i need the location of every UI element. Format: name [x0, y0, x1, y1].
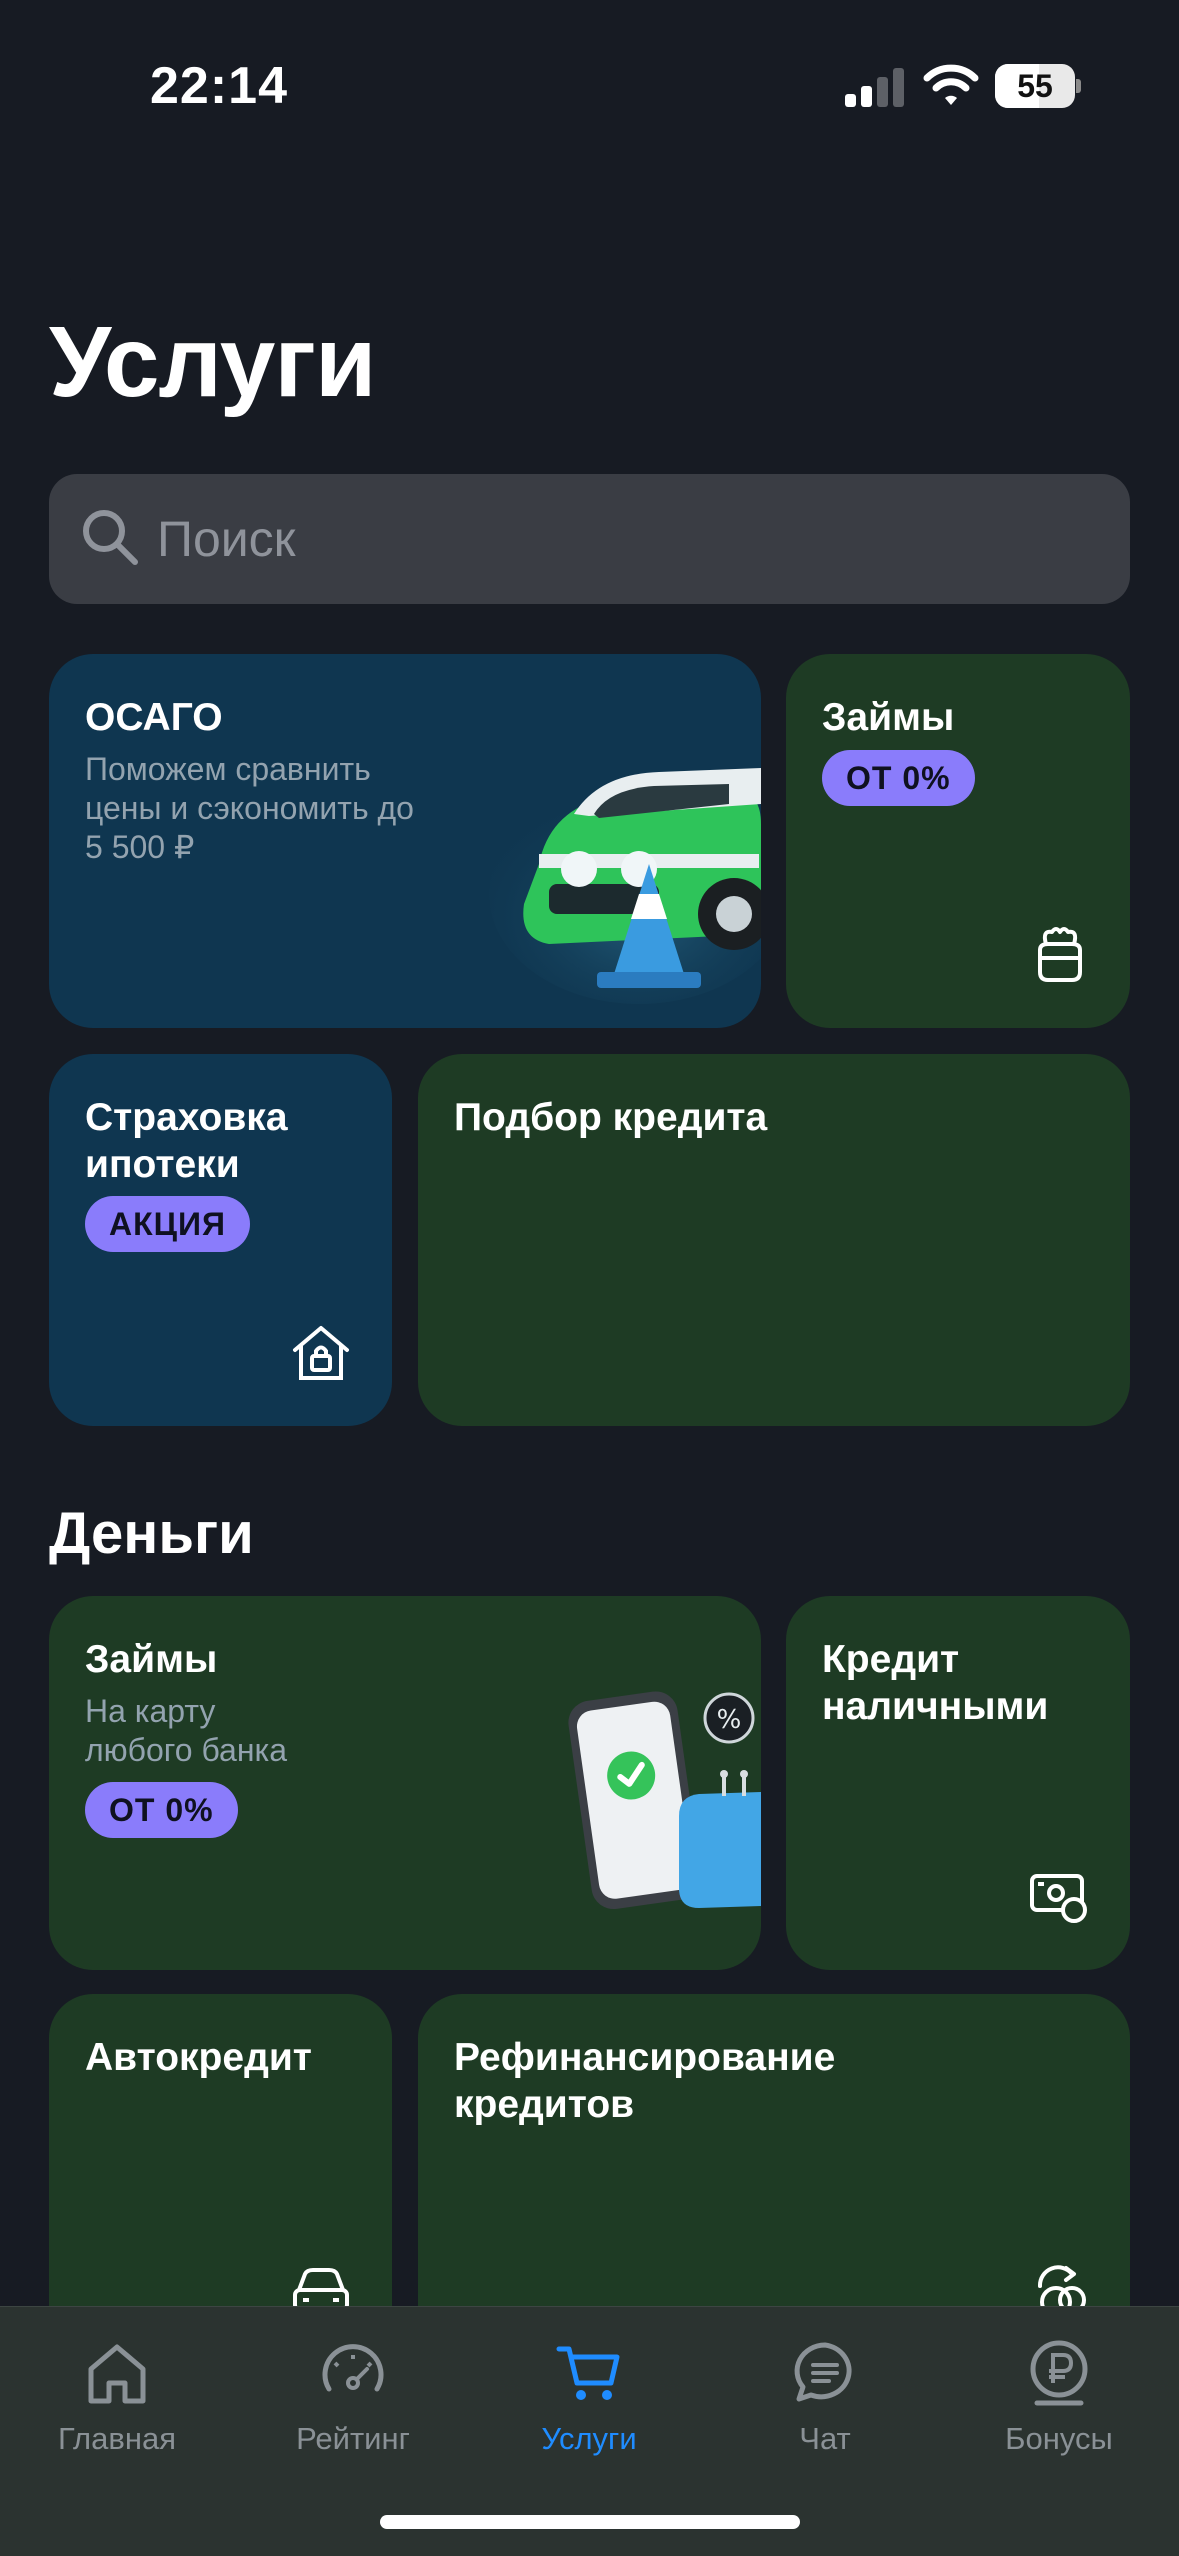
- speedometer-icon: [322, 2344, 384, 2392]
- tab-rating-label: Рейтинг: [296, 2421, 410, 2456]
- svg-text:%: %: [717, 1705, 742, 1735]
- tab-rating[interactable]: Рейтинг: [238, 2327, 468, 2477]
- wifi-icon: [923, 64, 979, 105]
- cart-icon: [556, 2346, 620, 2400]
- money-loans-card[interactable]: Займы На карту любого банка ОТ 0% %: [49, 1596, 761, 1970]
- tab-home-label: Главная: [58, 2421, 176, 2456]
- money-loans-title: Займы: [85, 1638, 218, 1681]
- status-bar: 22:14 55: [0, 0, 1179, 175]
- status-time: 22:14: [150, 57, 288, 115]
- mortgage-insurance-card[interactable]: Страховка ипотеки АКЦИЯ: [49, 1054, 392, 1426]
- home-indicator[interactable]: [380, 2515, 800, 2529]
- cash-credit-card[interactable]: Кредит наличными: [786, 1596, 1130, 1970]
- page-title: Услуги: [49, 306, 376, 418]
- credit-selection-card[interactable]: Подбор кредита: [418, 1054, 1130, 1426]
- loans-card[interactable]: Займы ОТ 0%: [786, 654, 1130, 1028]
- osago-subtitle: Поможем сравнить цены и сэкономить до 5 …: [85, 751, 414, 865]
- tab-chat-label: Чат: [799, 2421, 851, 2456]
- tab-bonuses[interactable]: Бонусы: [944, 2327, 1174, 2477]
- money-loans-rate-badge: ОТ 0%: [85, 1782, 238, 1838]
- battery-level: 55: [1017, 68, 1053, 104]
- money-loans-subtitle: На карту любого банка: [85, 1693, 288, 1768]
- section-title-money: Деньги: [49, 1501, 254, 1566]
- tab-bonuses-label: Бонусы: [1005, 2421, 1113, 2456]
- osago-title: ОСАГО: [85, 696, 223, 739]
- cash-credit-title: Кредит наличными: [822, 1638, 1049, 1728]
- phone-wallet-illustration: %: [568, 1691, 761, 1910]
- home-icon: [88, 2344, 146, 2404]
- cash-icon: [1030, 1874, 1087, 1923]
- battery-icon: 55: [995, 64, 1081, 108]
- tab-services[interactable]: Услуги: [474, 2327, 704, 2477]
- osago-card[interactable]: ОСАГО Поможем сравнить цены и сэкономить…: [49, 654, 761, 1028]
- cellular-signal-icon: [845, 68, 904, 107]
- chat-icon: [794, 2342, 852, 2402]
- credit-selection-title: Подбор кредита: [454, 1096, 768, 1139]
- wallet-icon: [1038, 927, 1082, 982]
- loans-title: Займы: [822, 696, 955, 739]
- loans-rate-badge: ОТ 0%: [822, 750, 975, 806]
- tab-home[interactable]: Главная: [2, 2327, 232, 2477]
- tab-chat[interactable]: Чат: [710, 2327, 940, 2477]
- search-icon: [83, 510, 138, 565]
- car-illustration: [489, 768, 761, 1004]
- tab-services-label: Услуги: [541, 2421, 637, 2456]
- auto-credit-title: Автокредит: [85, 2036, 312, 2079]
- search-input[interactable]: [157, 474, 1097, 604]
- mortgage-insurance-title: Страховка ипотеки: [85, 1096, 288, 1186]
- search-bar[interactable]: [49, 474, 1130, 604]
- house-lock-icon: [293, 1326, 349, 1380]
- ruble-coin-icon: [1030, 2340, 1088, 2406]
- promo-badge: АКЦИЯ: [85, 1196, 251, 1252]
- refinancing-title: Рефинансирование кредитов: [454, 2036, 836, 2126]
